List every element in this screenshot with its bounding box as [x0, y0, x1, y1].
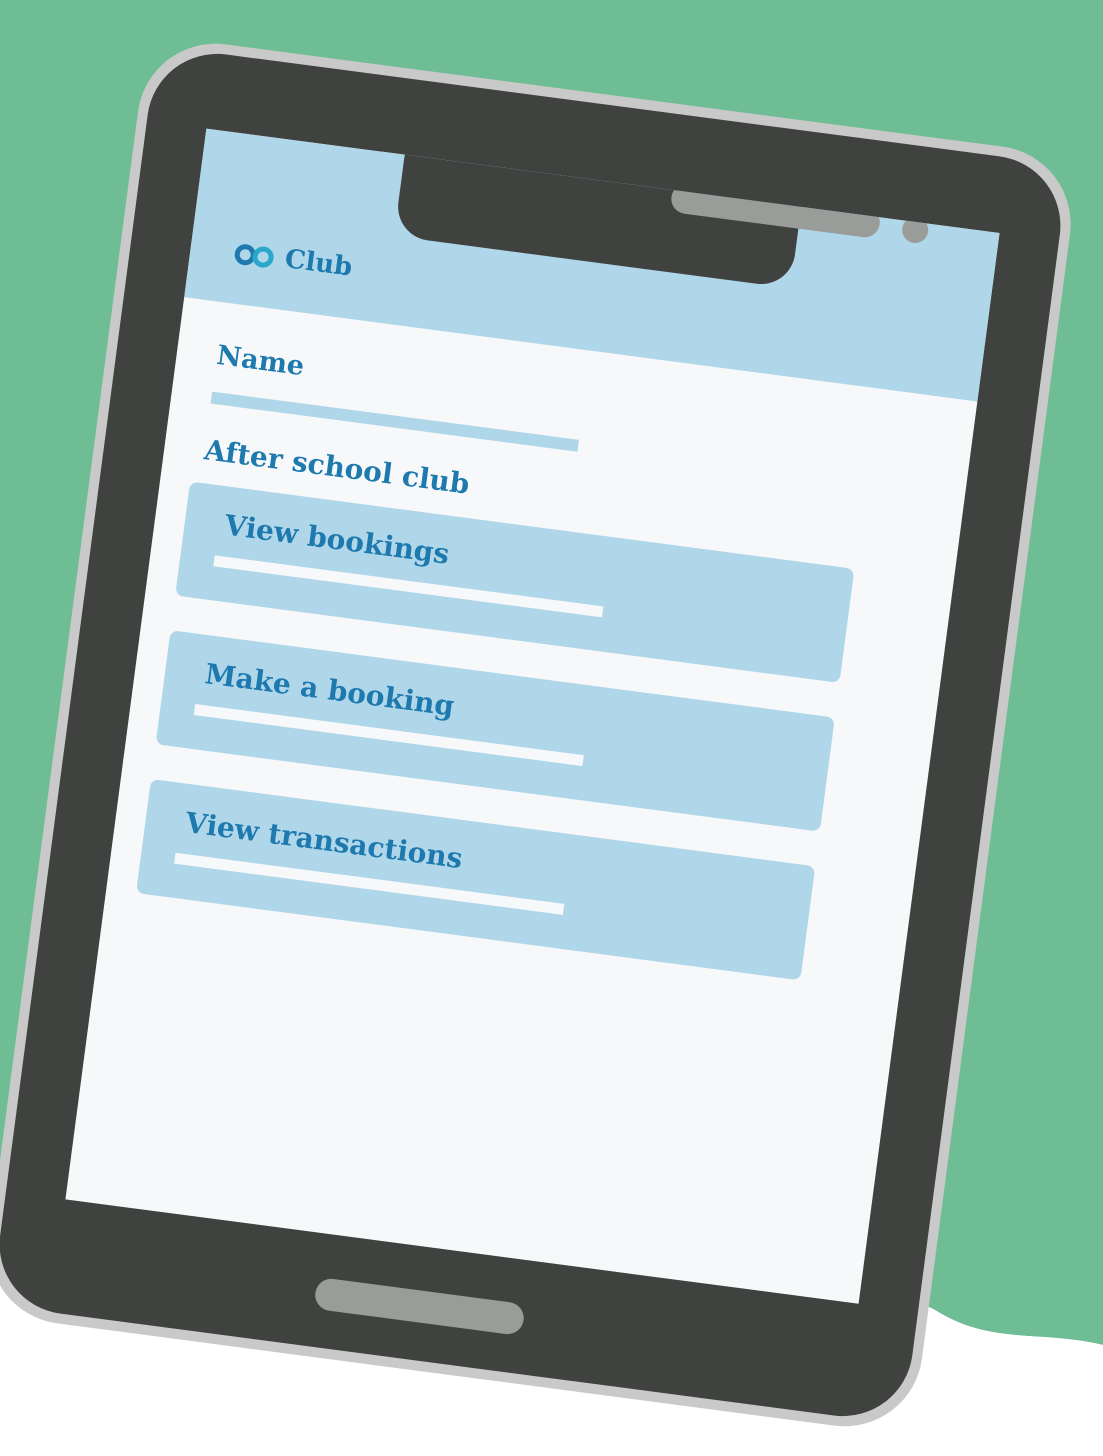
name-label: Name — [214, 340, 307, 383]
app-title: Club — [283, 244, 355, 283]
tablet-device: Club Name After school club View booking… — [0, 34, 1081, 1436]
app-screen: Club Name After school club View booking… — [65, 128, 1000, 1304]
tablet-bezel: Club Name After school club View booking… — [0, 45, 1069, 1425]
home-button[interactable] — [313, 1276, 526, 1337]
app-header: Club — [184, 128, 1000, 402]
speaker-grille — [669, 181, 882, 240]
infinity-logo-icon — [234, 244, 274, 268]
